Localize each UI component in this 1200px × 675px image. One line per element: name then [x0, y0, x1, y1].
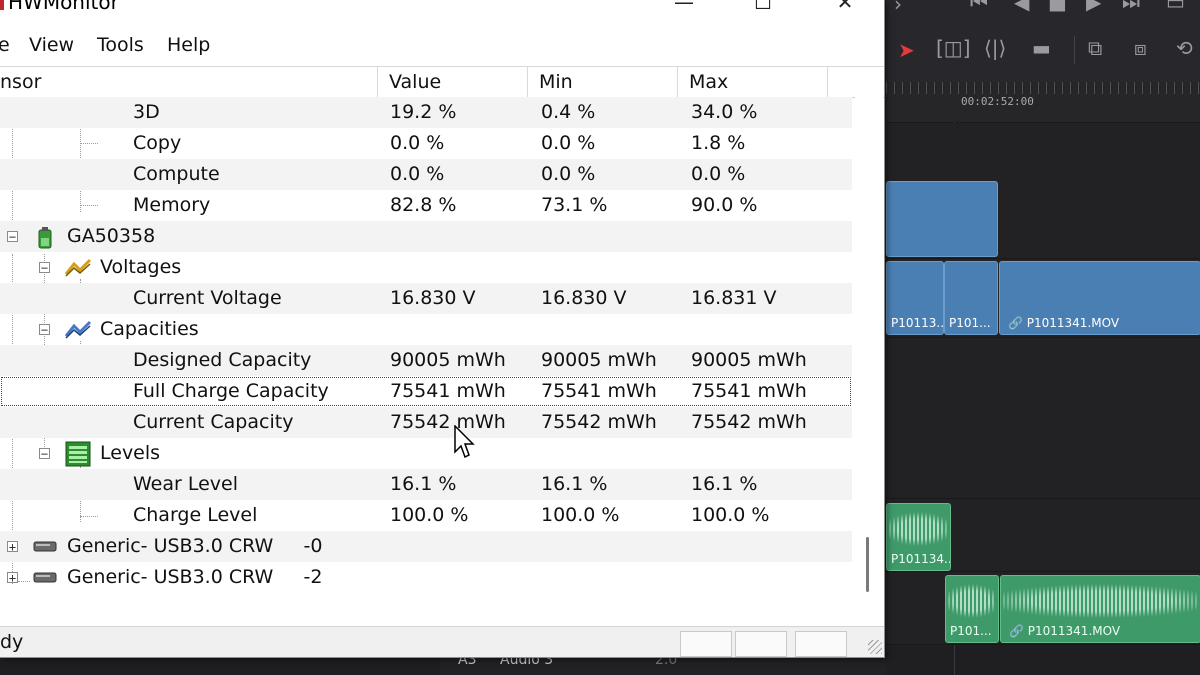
table-row[interactable]: Copy 0.0 % 0.0 % 1.8 % — [0, 128, 852, 159]
expand-toggle[interactable]: + — [7, 572, 18, 584]
tree-node-capacities[interactable]: − Capacities — [0, 314, 852, 345]
video-clip-upper[interactable] — [886, 181, 998, 257]
video-clip-1[interactable]: P10113... — [886, 261, 948, 335]
editor-toolbar: › ⏮ ◀ ■ ▶ ⏭ ▭ ➤ [◫] ⟨|⟩ ▬ ⧉ ⧈ ⟲ — [886, 0, 1200, 83]
tree-node-battery[interactable]: − GA50358 — [0, 221, 852, 252]
column-max[interactable]: Max — [678, 67, 828, 97]
column-min[interactable]: Min — [528, 67, 678, 97]
column-header: nsor Value Min Max — [0, 66, 884, 98]
trim-edit-icon[interactable]: [◫] — [936, 38, 971, 58]
column-value[interactable]: Value — [378, 67, 528, 97]
collapse-toggle[interactable]: − — [39, 262, 50, 274]
blade-icon[interactable]: ▬ — [1032, 38, 1051, 58]
collapse-toggle[interactable]: − — [39, 448, 50, 460]
tree-node-drive-0[interactable]: + Generic- USB3.0 CRW -0 — [0, 531, 852, 562]
chevron-right-icon[interactable]: › — [894, 0, 902, 14]
close-button[interactable]: ✕ — [817, 0, 873, 18]
mouse-cursor-icon — [454, 424, 476, 463]
tree-node-levels[interactable]: − Levels — [0, 438, 852, 469]
menu-tools[interactable]: Tools — [97, 30, 144, 60]
audio-clip-2[interactable]: P101... — [945, 575, 999, 643]
selection-pointer-icon[interactable]: ➤ — [898, 40, 915, 60]
collapse-toggle[interactable]: − — [39, 324, 50, 336]
title-bar[interactable]: HWMonitor — ☐ ✕ — [0, 0, 884, 24]
dynamic-trim-icon[interactable]: ⟨|⟩ — [984, 38, 1006, 58]
vertical-scrollbar[interactable] — [855, 97, 883, 624]
menu-help[interactable]: Help — [167, 30, 210, 60]
video-clip-3[interactable]: 🔗 P1011341.MOV — [999, 261, 1200, 335]
skip-forward-icon[interactable]: ⏭ — [1122, 0, 1140, 12]
loop-icon[interactable]: ▭ — [1166, 0, 1185, 12]
menu-file[interactable]: e — [0, 30, 10, 60]
status-pane-3 — [795, 631, 847, 657]
minimize-icon: — — [674, 0, 694, 14]
capacity-icon — [64, 320, 94, 344]
replace-clip-icon[interactable]: ⟲ — [1176, 38, 1193, 58]
skip-back-icon[interactable]: ⏮ — [970, 0, 988, 12]
table-row[interactable]: Current Voltage 16.830 V 16.830 V 16.831… — [0, 283, 852, 314]
play-icon[interactable]: ▶ — [1086, 0, 1101, 12]
sensor-tree: 3D 19.2 % 0.4 % 34.0 % Copy 0.0 % 0.0 % … — [0, 97, 852, 624]
hwmonitor-window: HWMonitor — ☐ ✕ e View Tools Help nsor V… — [0, 0, 885, 658]
table-row[interactable]: Designed Capacity 90005 mWh 90005 mWh 90… — [0, 345, 852, 376]
menu-view[interactable]: View — [29, 30, 74, 60]
window-title: HWMonitor — [8, 0, 119, 14]
resize-grip[interactable] — [868, 640, 882, 654]
tree-node-voltages[interactable]: − Voltages — [0, 252, 852, 283]
voltage-icon — [64, 258, 94, 282]
table-row-selected[interactable]: Full Charge Capacity 75541 mWh 75541 mWh… — [0, 376, 852, 407]
table-row[interactable]: Memory 82.8 % 73.1 % 90.0 % — [0, 190, 852, 221]
tree-node-drive-2[interactable]: + Generic- USB3.0 CRW -2 — [0, 562, 852, 593]
status-text: dy — [0, 631, 24, 653]
maximize-icon: ☐ — [754, 0, 772, 14]
table-row[interactable]: 3D 19.2 % 0.4 % 34.0 % — [0, 97, 852, 128]
close-icon: ✕ — [836, 0, 854, 14]
audio-clip-1[interactable]: P101134... — [886, 503, 951, 571]
audio-clip-3[interactable]: 🔗 P1011341.MOV — [1000, 575, 1200, 643]
app-icon — [0, 0, 4, 10]
timecode-label: 00:02:52:00 — [961, 95, 1034, 108]
overwrite-clip-icon[interactable]: ⧈ — [1134, 38, 1147, 58]
status-bar: dy — [0, 626, 884, 657]
stop-icon[interactable]: ■ — [1048, 0, 1067, 12]
column-sensor[interactable]: nsor — [0, 67, 378, 97]
status-pane-2 — [735, 631, 787, 657]
drive-icon — [33, 570, 57, 588]
empty-track-area — [886, 338, 1200, 499]
link-icon: 🔗 P1011341.MOV — [1008, 316, 1120, 330]
link-icon: 🔗 P1011341.MOV — [1009, 624, 1121, 638]
minimize-button[interactable]: — — [656, 0, 712, 18]
table-row[interactable]: Current Capacity 75542 mWh 75542 mWh 755… — [0, 407, 852, 438]
table-row[interactable]: Compute 0.0 % 0.0 % 0.0 % — [0, 159, 852, 190]
battery-icon — [33, 226, 57, 254]
collapse-toggle[interactable]: − — [7, 231, 18, 243]
step-back-icon[interactable]: ◀ — [1014, 0, 1029, 12]
drive-icon — [33, 539, 57, 557]
scrollbar-thumb[interactable] — [866, 537, 869, 592]
video-clip-2[interactable]: P101... — [944, 261, 998, 335]
insert-clip-icon[interactable]: ⧉ — [1088, 38, 1102, 58]
levels-icon — [65, 441, 91, 471]
table-row[interactable]: Wear Level 16.1 % 16.1 % 16.1 % — [0, 469, 852, 500]
menu-bar: e View Tools Help — [0, 30, 884, 60]
maximize-button[interactable]: ☐ — [735, 0, 791, 18]
timeline-ruler[interactable] — [886, 82, 1200, 123]
expand-toggle[interactable]: + — [7, 541, 18, 553]
status-pane-1 — [680, 631, 732, 657]
table-row[interactable]: Charge Level 100.0 % 100.0 % 100.0 % — [0, 500, 852, 531]
